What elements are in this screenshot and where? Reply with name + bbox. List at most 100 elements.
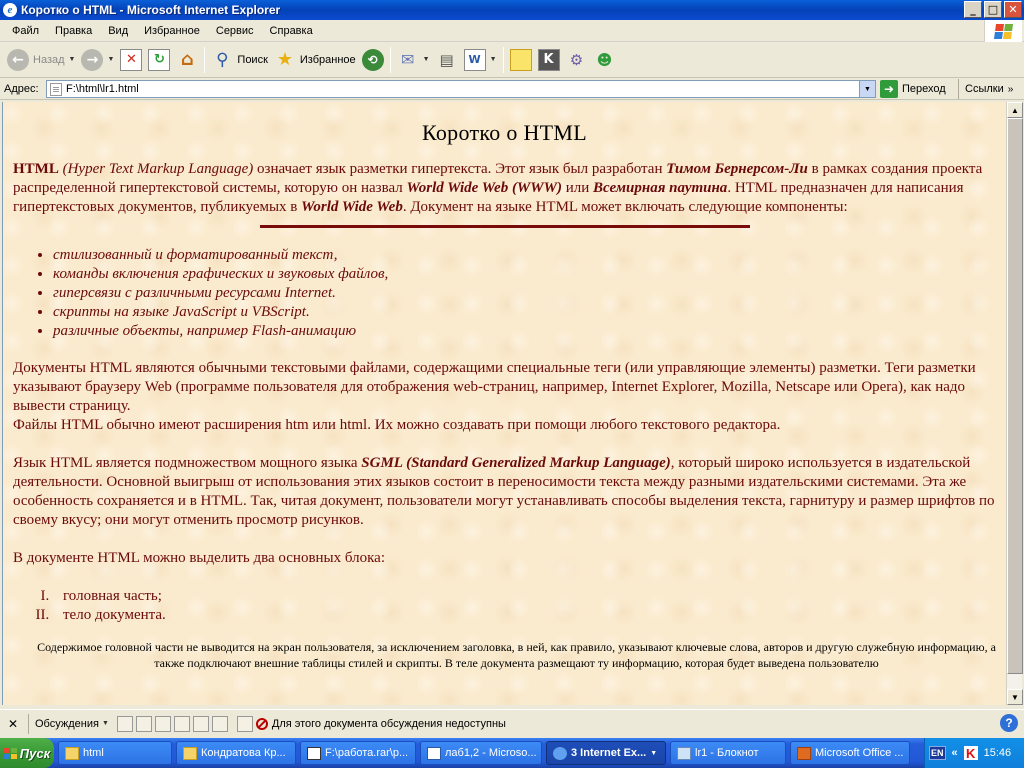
discussions-dropdown-icon[interactable]: ▼	[102, 720, 109, 727]
paragraph-text: Язык HTML является подмножеством мощного…	[13, 455, 362, 471]
back-dropdown-icon[interactable]: ▼	[69, 56, 76, 63]
refresh-icon: ↻	[148, 48, 171, 71]
search-button[interactable]: ⚲ Поиск	[208, 45, 270, 75]
menu-view[interactable]: Вид	[100, 25, 136, 37]
list-item: стилизованный и форматированный текст,	[53, 246, 996, 265]
links-label: Ссылки	[965, 83, 1004, 95]
menu-tools[interactable]: Сервис	[208, 25, 262, 37]
address-dropdown-icon[interactable]: ▼	[859, 81, 875, 97]
taskbar-label: F:\работа.rar\р...	[325, 747, 409, 759]
mail-dropdown-icon[interactable]: ▼	[423, 56, 430, 63]
refresh-button[interactable]: ↻	[145, 45, 173, 75]
taskbar-label: html	[83, 747, 104, 759]
www-term: World Wide Web	[301, 199, 403, 215]
taskbar-item-word[interactable]: лаб1,2 - Microso...	[420, 741, 542, 765]
start-button[interactable]: Пуск	[0, 738, 54, 768]
toolbar-separator	[389, 46, 391, 73]
mail-button[interactable]: ✉ ▼	[394, 45, 433, 75]
taskbar-label: lr1 - Блокнот	[695, 747, 759, 759]
research-button[interactable]: K	[535, 45, 563, 75]
home-button[interactable]: ⌂	[173, 45, 201, 75]
address-input[interactable]	[66, 83, 846, 95]
intro-text: означает язык разметки гипертекста. Этот…	[253, 161, 667, 177]
forward-dropdown-icon[interactable]: ▼	[107, 56, 114, 63]
star-icon: ★	[276, 49, 293, 70]
tray-expand-icon[interactable]: «	[952, 747, 958, 759]
taskbar-label: Кондратова Кр...	[201, 747, 286, 759]
show-discussion-icon[interactable]	[236, 715, 253, 732]
scroll-thumb[interactable]	[1007, 118, 1023, 674]
research-icon: K	[537, 48, 560, 71]
favorites-button[interactable]: ★ Избранное	[271, 45, 359, 75]
horizontal-rule	[259, 225, 750, 228]
edit-dropdown-icon[interactable]: ▼	[490, 56, 497, 63]
taskbar-label: 3 Internet Ex...	[571, 747, 647, 759]
antivirus-icon[interactable]: K	[963, 746, 978, 761]
messenger-icon: ☻	[596, 50, 613, 69]
menu-edit[interactable]: Правка	[47, 25, 100, 37]
standard-toolbar: ← Назад ▼ → ▼ ✕ ↻ ⌂ ⚲ Поиск ★ Избранное …	[0, 42, 1024, 78]
go-button[interactable]: ➜ Переход	[880, 79, 946, 99]
toolbar-separator	[502, 46, 504, 73]
archive-icon	[307, 746, 321, 760]
minimize-button[interactable]: _	[964, 1, 982, 18]
taskbar-item-notepad[interactable]: lr1 - Блокнот	[670, 741, 786, 765]
office-icon	[797, 746, 811, 760]
page-heading: Коротко о HTML	[422, 120, 587, 145]
tool-button[interactable]: ⚙	[563, 45, 591, 75]
clock: 15:46	[983, 747, 1012, 759]
word-icon	[427, 746, 441, 760]
menu-bar: Файл Правка Вид Избранное Сервис Справка	[0, 20, 1024, 42]
scroll-down-icon[interactable]: ▼	[1007, 689, 1023, 705]
page-content[interactable]: Коротко о HTML HTML (Hyper Text Markup L…	[2, 102, 1006, 705]
back-button[interactable]: ← Назад ▼	[4, 45, 78, 75]
mail-icon: ✉	[400, 50, 415, 69]
links-button[interactable]: Ссылки »	[958, 79, 1013, 99]
taskbar-item-html[interactable]: html	[58, 741, 172, 765]
back-label: Назад	[33, 53, 65, 66]
insert-discussion-icon[interactable]	[116, 715, 133, 732]
print-button[interactable]: ▤	[433, 45, 461, 75]
menu-favorites[interactable]: Избранное	[136, 25, 208, 37]
start-label: Пуск	[19, 745, 51, 761]
discussions-menu[interactable]: Обсуждения	[35, 718, 99, 730]
reply-discussion-icon[interactable]	[154, 715, 171, 732]
forward-button[interactable]: → ▼	[78, 45, 117, 75]
unavailable-icon	[255, 717, 268, 730]
home-icon: ⌂	[180, 49, 194, 70]
stop-icon: ✕	[120, 48, 143, 71]
stop-button[interactable]: ✕	[117, 45, 145, 75]
menu-help[interactable]: Справка	[262, 25, 321, 37]
taskbar-item-archive[interactable]: F:\работа.rar\р...	[300, 741, 416, 765]
language-indicator[interactable]: EN	[929, 746, 946, 760]
taskbar-item-ie[interactable]: 3 Internet Ex... ▼	[546, 741, 666, 765]
taskbar-item-office[interactable]: Microsoft Office ...	[790, 741, 910, 765]
maximize-button[interactable]: □	[984, 1, 1002, 18]
sgml-term: SGML (Standard Generalized Markup Langua…	[361, 455, 671, 471]
history-button[interactable]: ⟲	[359, 45, 387, 75]
list-item: гиперсвязи с различными ресурсами Intern…	[53, 284, 996, 303]
print-icon: ▤	[439, 50, 454, 69]
sgml-paragraph: Язык HTML является подмножеством мощного…	[13, 454, 996, 530]
help-icon[interactable]: ?	[1000, 714, 1018, 732]
discussion-bar: ✕ Обсуждения ▼ Для этого документа обсуж…	[0, 709, 1024, 737]
expand-discussion-icon[interactable]	[173, 715, 190, 732]
taskbar-item-folder[interactable]: Кондратова Кр...	[176, 741, 296, 765]
previous-discussion-icon[interactable]	[211, 715, 228, 732]
list-item: различные объекты, например Flash-анимац…	[53, 322, 996, 341]
close-button[interactable]: ✕	[1004, 1, 1022, 18]
vertical-scrollbar[interactable]: ▲ ▼	[1006, 102, 1023, 705]
search-icon: ⚲	[216, 49, 229, 70]
scroll-up-icon[interactable]: ▲	[1007, 102, 1023, 118]
address-box[interactable]: ▼	[46, 80, 876, 98]
messenger-button[interactable]: ☻	[591, 45, 619, 75]
edit-button[interactable]: W ▼	[461, 45, 500, 75]
note-paragraph: Содержимое головной части не выводится н…	[37, 640, 996, 670]
discuss-button[interactable]	[507, 45, 535, 75]
group-dropdown-icon: ▼	[650, 749, 658, 757]
collapse-discussion-icon[interactable]	[192, 715, 209, 732]
ie-logo-icon: e	[3, 3, 17, 17]
edit-discussion-icon[interactable]	[135, 715, 152, 732]
menu-file[interactable]: Файл	[4, 25, 47, 37]
close-discussion-icon[interactable]: ✕	[4, 715, 22, 733]
